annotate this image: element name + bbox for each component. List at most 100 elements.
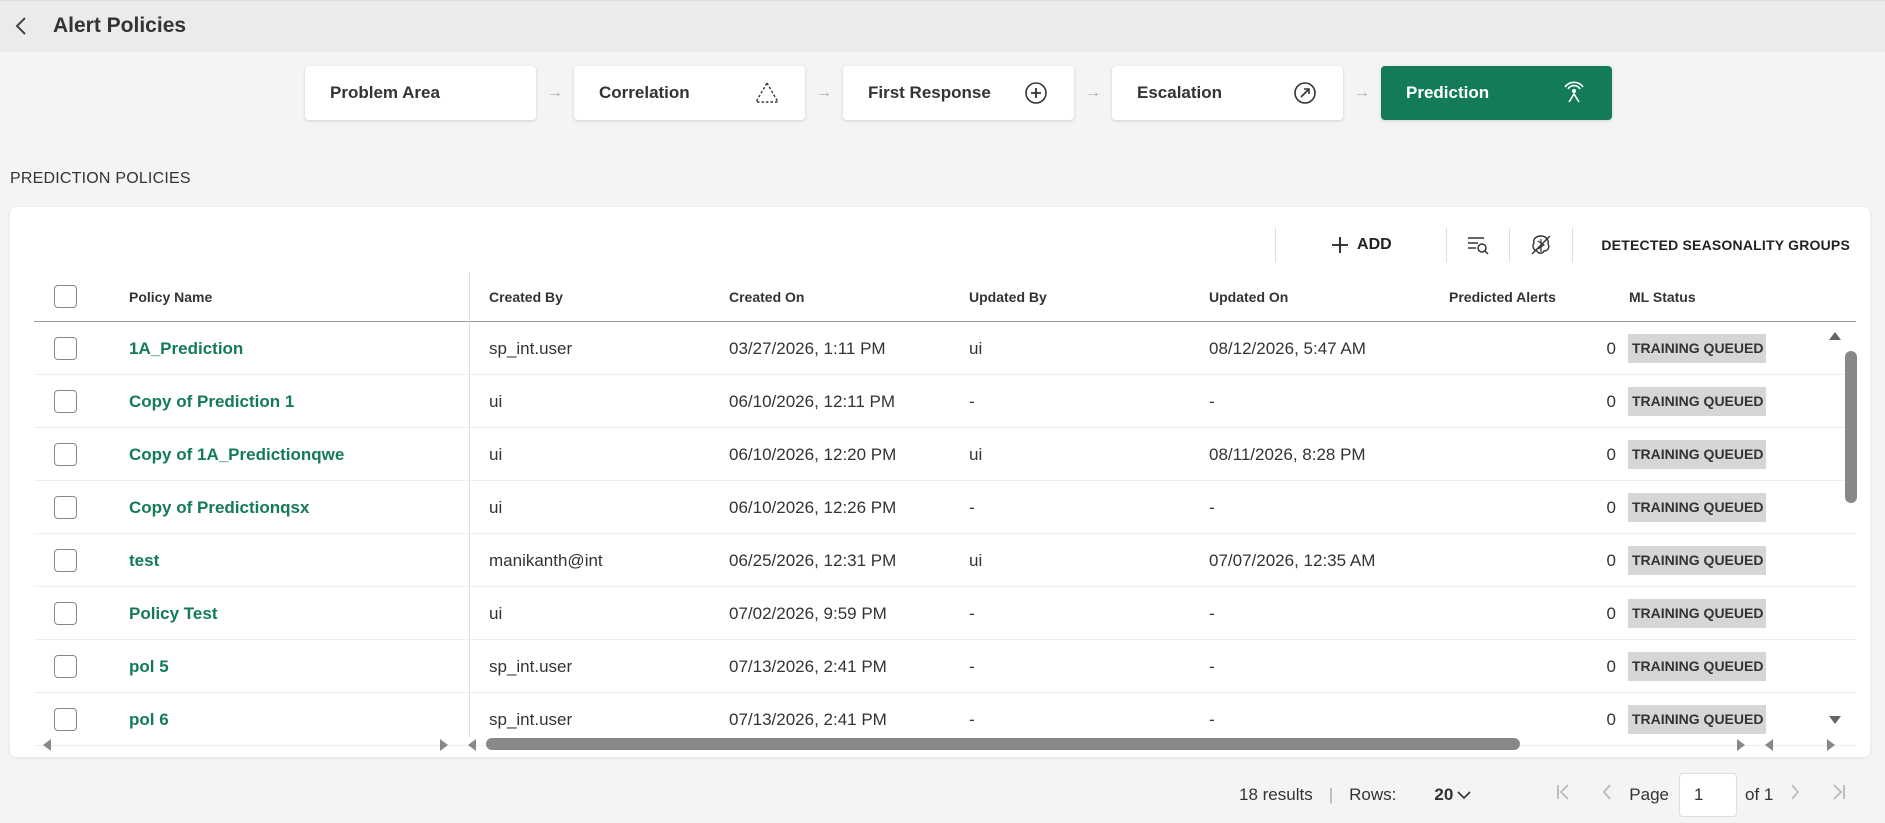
created-on-cell: 06/10/2026, 12:11 PM [729, 392, 896, 411]
column-header[interactable]: Created By [489, 289, 563, 305]
detected-seasonality-groups-button[interactable]: DETECTED SEASONALITY GROUPS [1573, 237, 1850, 253]
created-by-cell: sp_int.user [489, 657, 573, 676]
vertical-scrollbar-thumb[interactable] [1845, 351, 1857, 503]
policy-name-link[interactable]: Copy of Predictionqsx [129, 498, 309, 518]
column-header[interactable]: Updated On [1209, 289, 1288, 305]
created-on-cell: 06/10/2026, 12:20 PM [729, 445, 897, 464]
policy-name-link[interactable]: test [129, 551, 159, 571]
back-button[interactable] [10, 13, 32, 39]
column-header[interactable]: ML Status [1629, 289, 1696, 305]
filter-search-icon [1468, 237, 1489, 255]
last-page-button[interactable] [1817, 783, 1861, 807]
step-arrow-icon: → [1354, 84, 1370, 101]
horizontal-scrollbar-thumb[interactable] [486, 738, 1520, 750]
row-checkbox[interactable] [54, 496, 77, 519]
step-escalation[interactable]: Escalation [1112, 66, 1343, 120]
chevron-right-icon [1791, 784, 1800, 800]
created-on-cell: 07/02/2026, 9:59 PM [729, 604, 887, 623]
updated-on-cell: - [1209, 498, 1215, 517]
filter-search-button[interactable] [1447, 234, 1509, 256]
step-first-response[interactable]: First Response [843, 66, 1074, 120]
row-checkbox[interactable] [54, 337, 77, 360]
predicted-alerts-cell: 0 [1606, 445, 1616, 464]
updated-on-cell: 07/07/2026, 12:35 AM [1209, 551, 1376, 570]
step-prediction[interactable]: Prediction [1381, 66, 1612, 120]
column-header[interactable]: Updated By [969, 289, 1047, 305]
first-page-button[interactable] [1541, 783, 1585, 807]
policy-steps: Problem Area → Correlation → First Respo… [305, 66, 1612, 120]
updated-by-cell: - [969, 498, 975, 517]
divider: | [1328, 785, 1334, 804]
next-page-button[interactable] [1773, 783, 1817, 807]
scroll-right-arrow-icon[interactable] [1827, 739, 1835, 751]
page-title: Alert Policies [53, 14, 187, 37]
row-checkbox[interactable] [54, 708, 77, 731]
scroll-down-arrow-icon[interactable] [1829, 716, 1841, 724]
rows-per-page-select[interactable]: 20 [1434, 785, 1471, 805]
predicted-alerts-cell: 0 [1606, 392, 1616, 411]
ml-settings-button[interactable] [1510, 233, 1572, 257]
step-problem-area[interactable]: Problem Area [305, 66, 536, 120]
scroll-left-arrow-icon[interactable] [468, 739, 476, 751]
step-correlation[interactable]: Correlation [574, 66, 805, 120]
updated-on-cell: - [1209, 392, 1215, 411]
table-row: Copy of Prediction 1 ui 06/10/2026, 12:11 … [34, 375, 1856, 428]
page-number-input[interactable] [1678, 773, 1737, 817]
chevron-left-icon [1603, 784, 1611, 800]
rows-label: Rows: [1349, 785, 1397, 804]
policy-name-link[interactable]: pol 6 [129, 710, 169, 730]
created-by-cell: manikanth@int [489, 551, 603, 570]
created-by-cell: ui [489, 604, 503, 623]
updated-by-cell: - [969, 392, 975, 411]
policy-name-link[interactable]: Copy of 1A_Predictionqwe [129, 445, 344, 465]
chevron-down-icon [1457, 791, 1471, 800]
updated-by-cell: ui [969, 445, 983, 464]
updated-by-cell: ui [969, 339, 983, 358]
predicted-alerts-cell: 0 [1606, 498, 1616, 517]
policies-table: Policy Name Created By Created On Update… [34, 272, 1856, 746]
column-header[interactable]: Policy Name [129, 289, 212, 305]
ml-status-badge: TRAINING QUEUED [1628, 652, 1766, 681]
gauge-arrow-icon [1294, 82, 1316, 104]
ml-status-badge: TRAINING QUEUED [1628, 334, 1766, 363]
last-page-icon [1833, 784, 1846, 800]
created-by-cell: ui [489, 392, 503, 411]
table-row: Copy of 1A_Predictionqwe ui 06/10/2026, 12… [34, 428, 1856, 481]
plus-icon [1332, 237, 1349, 253]
row-checkbox[interactable] [54, 602, 77, 625]
policy-name-link[interactable]: Copy of Prediction 1 [129, 392, 294, 412]
add-label: ADD [1357, 236, 1392, 253]
row-checkbox[interactable] [54, 390, 77, 413]
table-row: pol 5 sp_int.user 07/13/2026, 2:41 PM - - 0 TR… [34, 640, 1856, 693]
scroll-up-arrow-icon[interactable] [1829, 332, 1841, 340]
policy-name-link[interactable]: Policy Test [129, 604, 218, 624]
created-by-cell: sp_int.user [489, 339, 573, 358]
scroll-left-arrow-icon[interactable] [1765, 739, 1773, 751]
policy-name-link[interactable]: pol 5 [129, 657, 169, 677]
scroll-right-arrow-icon[interactable] [440, 739, 448, 751]
row-checkbox[interactable] [54, 443, 77, 466]
created-by-cell: sp_int.user [489, 710, 573, 729]
add-button[interactable]: ADD [1276, 236, 1446, 254]
prev-page-button[interactable] [1585, 783, 1629, 807]
created-on-cell: 06/10/2026, 12:26 PM [729, 498, 897, 517]
scroll-left-arrow-icon[interactable] [43, 739, 51, 751]
policies-card: ADD DETECTED SEASONALITY GROUPS Policy N… [10, 207, 1870, 757]
updated-by-cell: ui [969, 551, 983, 570]
created-on-cell: 07/13/2026, 2:41 PM [729, 657, 887, 676]
step-arrow-icon: → [1085, 84, 1101, 101]
select-all-checkbox[interactable] [54, 285, 77, 308]
created-by-cell: ui [489, 445, 503, 464]
policy-name-link[interactable]: 1A_Prediction [129, 339, 243, 359]
row-checkbox[interactable] [54, 655, 77, 678]
step-label: First Response [868, 83, 991, 102]
ml-status-badge: TRAINING QUEUED [1628, 493, 1766, 522]
row-checkbox[interactable] [54, 549, 77, 572]
updated-on-cell: 08/12/2026, 5:47 AM [1209, 339, 1366, 358]
column-header[interactable]: Predicted Alerts [1449, 289, 1556, 305]
table-header: Policy Name Created By Created On Update… [34, 272, 1856, 322]
scroll-right-arrow-icon[interactable] [1737, 739, 1745, 751]
ml-status-badge: TRAINING QUEUED [1628, 599, 1766, 628]
step-label: Escalation [1137, 83, 1223, 102]
column-header[interactable]: Created On [729, 289, 804, 305]
